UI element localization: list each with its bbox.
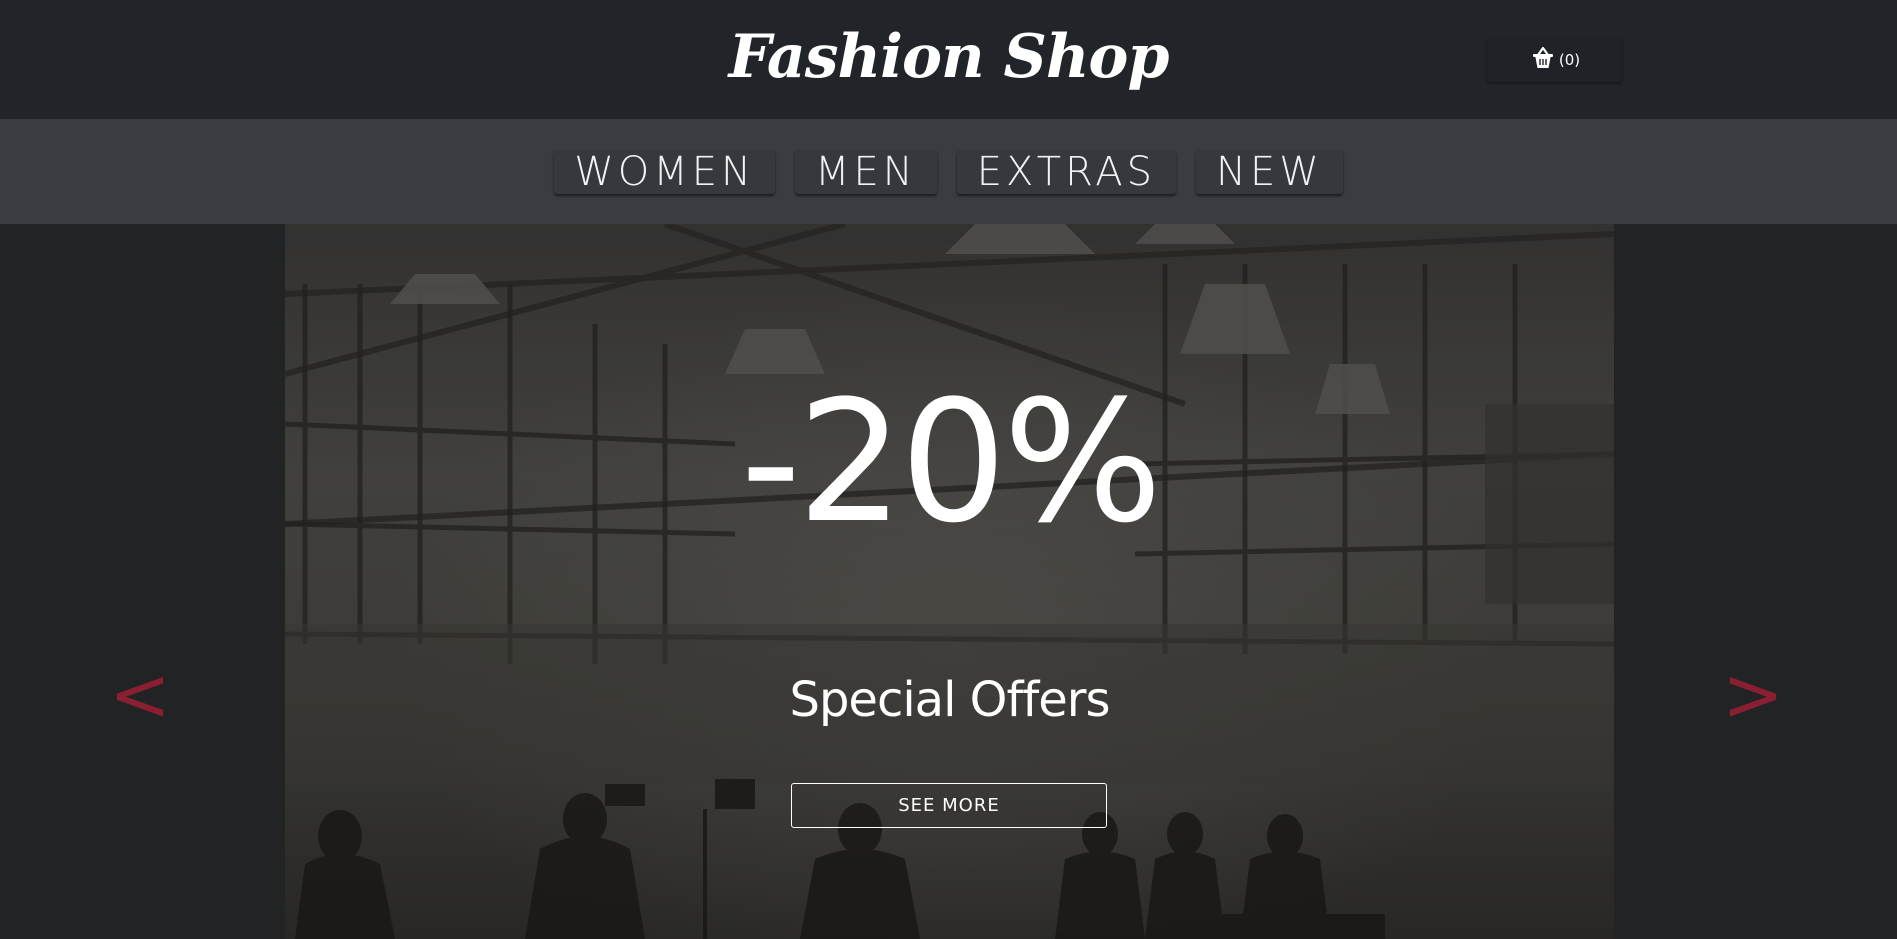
hero-title: Special Offers (789, 672, 1110, 728)
nav-item-extras[interactable]: EXTRAS (956, 149, 1177, 194)
nav-item-women[interactable]: WOMEN (554, 149, 775, 194)
carousel-prev-button[interactable]: < (105, 650, 175, 740)
cart-count: (0) (1558, 51, 1581, 69)
discount-headline: -20% (740, 364, 1162, 560)
nav-item-new[interactable]: NEW (1196, 149, 1343, 194)
hero-background-image (285, 224, 1614, 939)
hero-banner: -20% Special Offers SEE MORE (285, 224, 1614, 939)
cart-button[interactable]: (0) (1487, 38, 1622, 82)
basket-icon (1529, 45, 1557, 75)
nav-item-men[interactable]: MEN (794, 149, 937, 194)
carousel-next-button[interactable]: > (1718, 650, 1788, 740)
main-nav: WOMEN MEN EXTRAS NEW (0, 119, 1897, 224)
site-header: Fashion Shop (0) (0, 0, 1897, 119)
see-more-button[interactable]: SEE MORE (791, 783, 1107, 828)
